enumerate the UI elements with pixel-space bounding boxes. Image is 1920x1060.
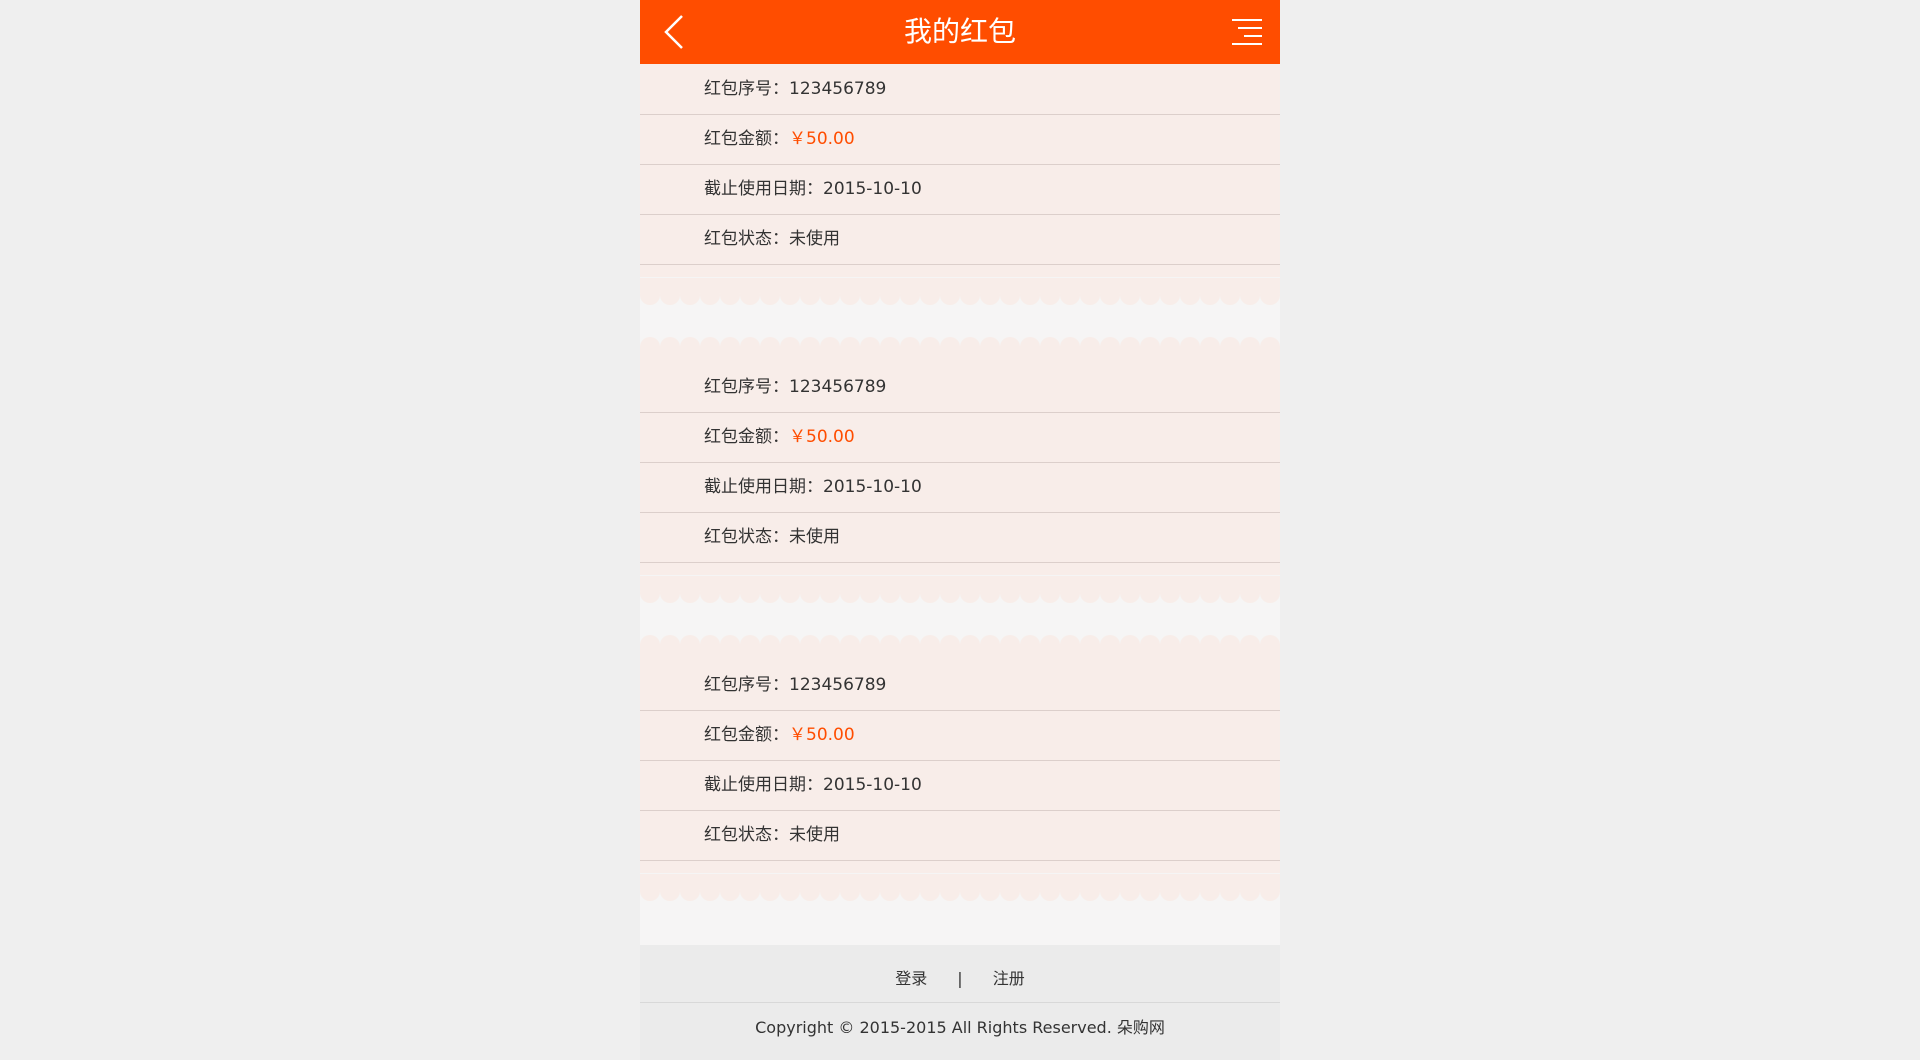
deadline-value: 2015-10-10 (823, 179, 922, 199)
register-link[interactable]: 注册 (993, 969, 1025, 988)
amount-row: 红包金额：￥50.00 (640, 115, 1280, 165)
amount-label: 红包金额： (704, 129, 789, 149)
footer-links: 登录 | 注册 (640, 945, 1280, 1003)
red-envelope-card: 红包序号：123456789 红包金额：￥50.00 截止使用日期：2015-1… (640, 64, 1280, 362)
red-envelope-card: 红包序号：123456789 红包金额：￥50.00 截止使用日期：2015-1… (640, 660, 1280, 970)
status-label: 红包状态： (704, 229, 789, 249)
amount-row: 红包金额：￥50.00 (640, 413, 1280, 463)
serial-label: 红包序号： (704, 675, 789, 695)
status-label: 红包状态： (704, 825, 789, 845)
amount-value: ￥50.00 (789, 427, 855, 447)
serial-row: 红包序号：123456789 (640, 362, 1280, 413)
status-value: 未使用 (789, 229, 840, 249)
status-row: 红包状态：未使用 (640, 513, 1280, 563)
mobile-page: 我的红包 红包序号：123456789 红包金额：￥50.00 截止使用日期：2 (640, 0, 1280, 1060)
divider-strip (640, 896, 1280, 952)
scallop-edge-bottom (640, 632, 1280, 646)
card-body: 红包序号：123456789 红包金额：￥50.00 截止使用日期：2015-1… (640, 362, 1280, 575)
deadline-row: 截止使用日期：2015-10-10 (640, 463, 1280, 513)
deadline-label: 截止使用日期： (704, 477, 823, 497)
page-title: 我的红包 (903, 15, 1016, 48)
scallop-edge-top (640, 888, 1280, 902)
serial-row: 红包序号：123456789 (640, 660, 1280, 711)
card-body: 红包序号：123456789 红包金额：￥50.00 截止使用日期：2015-1… (640, 64, 1280, 277)
deadline-value: 2015-10-10 (823, 477, 922, 497)
serial-row: 红包序号：123456789 (640, 64, 1280, 115)
scallop-edge-top (640, 590, 1280, 604)
scallop-edge-bottom (640, 334, 1280, 348)
header-bar: 我的红包 (640, 0, 1280, 64)
status-row: 红包状态：未使用 (640, 215, 1280, 265)
amount-label: 红包金额： (704, 725, 789, 745)
status-value: 未使用 (789, 825, 840, 845)
amount-value: ￥50.00 (789, 129, 855, 149)
deadline-value: 2015-10-10 (823, 775, 922, 795)
copyright-text: Copyright © 2015-2015 All Rights Reserve… (640, 1003, 1280, 1060)
menu-icon[interactable] (1230, 17, 1264, 47)
serial-label: 红包序号： (704, 79, 789, 99)
serial-label: 红包序号： (704, 377, 789, 397)
scallop-divider (640, 576, 1280, 660)
status-label: 红包状态： (704, 527, 789, 547)
amount-label: 红包金额： (704, 427, 789, 447)
deadline-row: 截止使用日期：2015-10-10 (640, 165, 1280, 215)
amount-row: 红包金额：￥50.00 (640, 711, 1280, 761)
deadline-row: 截止使用日期：2015-10-10 (640, 761, 1280, 811)
login-link[interactable]: 登录 (895, 969, 927, 988)
status-row: 红包状态：未使用 (640, 811, 1280, 861)
deadline-label: 截止使用日期： (704, 179, 823, 199)
scallop-edge-top (640, 292, 1280, 306)
footer-separator: | (957, 969, 963, 988)
serial-value: 123456789 (789, 675, 887, 695)
deadline-label: 截止使用日期： (704, 775, 823, 795)
red-envelope-card: 红包序号：123456789 红包金额：￥50.00 截止使用日期：2015-1… (640, 362, 1280, 660)
serial-value: 123456789 (789, 79, 887, 99)
card-body: 红包序号：123456789 红包金额：￥50.00 截止使用日期：2015-1… (640, 660, 1280, 873)
red-envelope-list: 红包序号：123456789 红包金额：￥50.00 截止使用日期：2015-1… (640, 64, 1280, 970)
serial-value: 123456789 (789, 377, 887, 397)
scallop-divider (640, 278, 1280, 362)
amount-value: ￥50.00 (789, 725, 855, 745)
status-value: 未使用 (789, 527, 840, 547)
